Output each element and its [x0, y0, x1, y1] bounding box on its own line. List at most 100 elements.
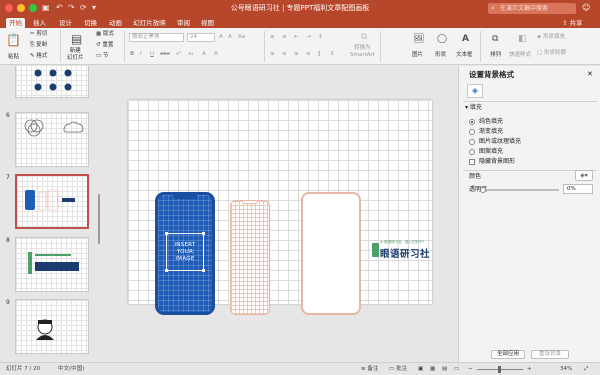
zoom-out-icon[interactable]: − — [468, 366, 473, 373]
smartart-icon: ⧉ — [361, 32, 368, 42]
corner-marker — [202, 269, 205, 272]
phone-mockup-blue[interactable]: INSERT YOUR IMAGE — [155, 192, 215, 315]
line-spacing-button[interactable]: ↕ — [318, 34, 323, 41]
thumbnail-logo-graphic — [28, 252, 79, 274]
phone-mockup-grid[interactable] — [230, 200, 270, 315]
placeholder-line: YOUR — [176, 249, 194, 256]
italic-button[interactable]: I — [140, 51, 142, 58]
share-label: 共享 — [569, 19, 583, 27]
slide-number: 6 — [6, 112, 10, 119]
shrink-font-button[interactable]: A — [228, 34, 232, 41]
tab-insert[interactable]: 插入 — [31, 18, 48, 28]
share-button[interactable]: ⇧ 共享 — [562, 18, 583, 28]
align-right-button[interactable]: ≡ — [294, 51, 299, 58]
align-center-button[interactable]: ≡ — [282, 51, 287, 58]
slide-thumbnail[interactable] — [15, 66, 89, 98]
change-case-button[interactable]: Aa — [238, 34, 245, 41]
divider — [480, 31, 481, 62]
font-color-button[interactable]: A — [214, 51, 218, 58]
shape-label: 形状 — [435, 52, 447, 58]
zoom-level[interactable]: 34% — [560, 366, 572, 373]
zoom-slider[interactable] — [477, 366, 523, 373]
search-input[interactable]: ⌕ 在演示文稿中搜索 — [488, 3, 576, 14]
new-slide-icon: ▤ — [71, 32, 83, 46]
font-name-select[interactable]: 微软正黑体 — [129, 33, 184, 42]
option-label: 图案填充 — [479, 148, 504, 155]
transparency-input[interactable]: 0% — [563, 184, 593, 194]
tab-review[interactable]: 审阅 — [175, 18, 192, 28]
fill-tab-icon[interactable]: ◈ — [467, 84, 483, 98]
sorter-view-icon[interactable]: ▦ — [430, 366, 435, 373]
strikethrough-button[interactable]: abc — [160, 51, 170, 58]
user-icon[interactable]: ☺ — [582, 3, 590, 13]
align-left-button[interactable]: ≡ — [270, 51, 275, 58]
image-placeholder[interactable]: INSERT YOUR IMAGE — [165, 232, 205, 272]
tab-view[interactable]: 视图 — [199, 18, 216, 28]
columns-button[interactable]: ‖ — [318, 51, 321, 58]
slide-thumbnail-selected[interactable] — [15, 174, 89, 229]
slide-editor: INSERT YOUR IMAGE ★ 眼语研习社 · 做1万张PPT 眼语研习… — [101, 66, 457, 362]
bullets-button[interactable]: ≡ — [270, 34, 275, 41]
tab-home[interactable]: 开始 — [6, 18, 25, 28]
zoom-in-icon[interactable]: + — [527, 366, 532, 373]
zoom-thumb[interactable] — [498, 366, 501, 373]
shape-outline-icon: ▢ — [537, 50, 543, 56]
tab-animations[interactable]: 动画 — [107, 18, 124, 28]
option-label: 纯色填充 — [479, 118, 504, 125]
layout-label: 版式 — [102, 31, 114, 37]
comments-button[interactable]: ▭ 批注 — [389, 366, 407, 373]
cut-label: 剪切 — [36, 31, 48, 37]
transparency-slider[interactable] — [480, 187, 559, 193]
slide-thumbnail[interactable] — [15, 237, 89, 292]
arrange-icon: ⧉ — [492, 34, 499, 44]
slide-thumbnail[interactable] — [15, 299, 89, 354]
decrease-indent-button[interactable]: ⇤ — [294, 34, 299, 41]
slide-number: 7 — [6, 174, 10, 181]
underline-button[interactable]: U — [150, 51, 154, 58]
slider-thumb[interactable] — [480, 187, 486, 193]
grow-font-button[interactable]: A — [219, 34, 223, 41]
ribbon-toolbar: 📋 粘贴 ✂ 剪切 ⎘ 复制 ✎ 格式 ▤ 新建 幻灯片 ▦ 版式 ↺ 重置 ▭… — [0, 28, 600, 65]
thumbnails-scrollbar[interactable] — [98, 194, 100, 244]
language-indicator[interactable]: 中文(中国) — [58, 366, 84, 373]
panel-title: 设置背景格式 — [469, 70, 514, 79]
slideshow-view-icon[interactable]: ▭ — [454, 366, 459, 373]
reset-background-button[interactable]: 重设背景 — [531, 350, 569, 359]
highlight-button[interactable]: A — [202, 51, 206, 58]
normal-view-icon[interactable]: ▣ — [418, 366, 423, 373]
quick-style-label: 快速样式 — [509, 52, 532, 58]
increase-indent-button[interactable]: ⇥ — [306, 34, 311, 41]
brand-logo: ★ 眼语研习社 · 做1万张PPT 眼语研习社 — [372, 240, 436, 266]
shape-fill-label: 形状填充 — [542, 34, 565, 40]
superscript-button[interactable]: x² — [176, 51, 181, 58]
tab-design[interactable]: 设计 — [57, 18, 74, 28]
logo-tagline: ★ 眼语研习社 · 做1万张PPT — [380, 240, 425, 244]
status-bar: 幻灯片 7 / 20 中文(中国) ≡ 备注 ▭ 批注 ▣ ▦ ▤ ▭ − + … — [0, 362, 600, 375]
tab-transitions[interactable]: 切换 — [82, 18, 99, 28]
font-size-select[interactable]: 24 — [187, 33, 215, 42]
textbox-icon: A — [462, 34, 469, 44]
close-icon[interactable]: ✕ — [587, 70, 593, 78]
reading-view-icon[interactable]: ▤ — [442, 366, 447, 373]
picture-label: 图片 — [412, 52, 424, 58]
fill-section-header[interactable]: ▾ 填充 — [465, 104, 482, 112]
subscript-button[interactable]: x₂ — [188, 51, 193, 58]
justify-button[interactable]: ≡ — [306, 51, 311, 58]
phone-mockup-outline[interactable] — [301, 192, 361, 315]
slide-thumbnail[interactable] — [15, 112, 89, 167]
shape-icon: ◯ — [437, 34, 448, 44]
bold-button[interactable]: B — [130, 51, 134, 58]
numbering-button[interactable]: ≡ — [282, 34, 287, 41]
notes-button[interactable]: ≡ 备注 — [361, 366, 378, 373]
slide-canvas[interactable]: INSERT YOUR IMAGE ★ 眼语研习社 · 做1万张PPT 眼语研习… — [128, 100, 432, 315]
color-picker-button[interactable]: ◈▾ — [575, 170, 593, 181]
layout-icon: ▦ — [96, 31, 102, 37]
tab-slideshow[interactable]: 幻灯片放映 — [131, 18, 168, 28]
corner-marker — [165, 269, 168, 272]
fit-slide-icon[interactable]: ⤢ — [584, 366, 588, 373]
apply-to-all-button[interactable]: 全部应用 — [491, 350, 525, 359]
phone-notch — [173, 195, 197, 199]
slide-thumbnails-pane: 6 7 8 9 — [0, 66, 100, 362]
thumbnail-icons-graphic — [34, 69, 72, 91]
text-direction-button[interactable]: ⇕ — [330, 51, 335, 58]
